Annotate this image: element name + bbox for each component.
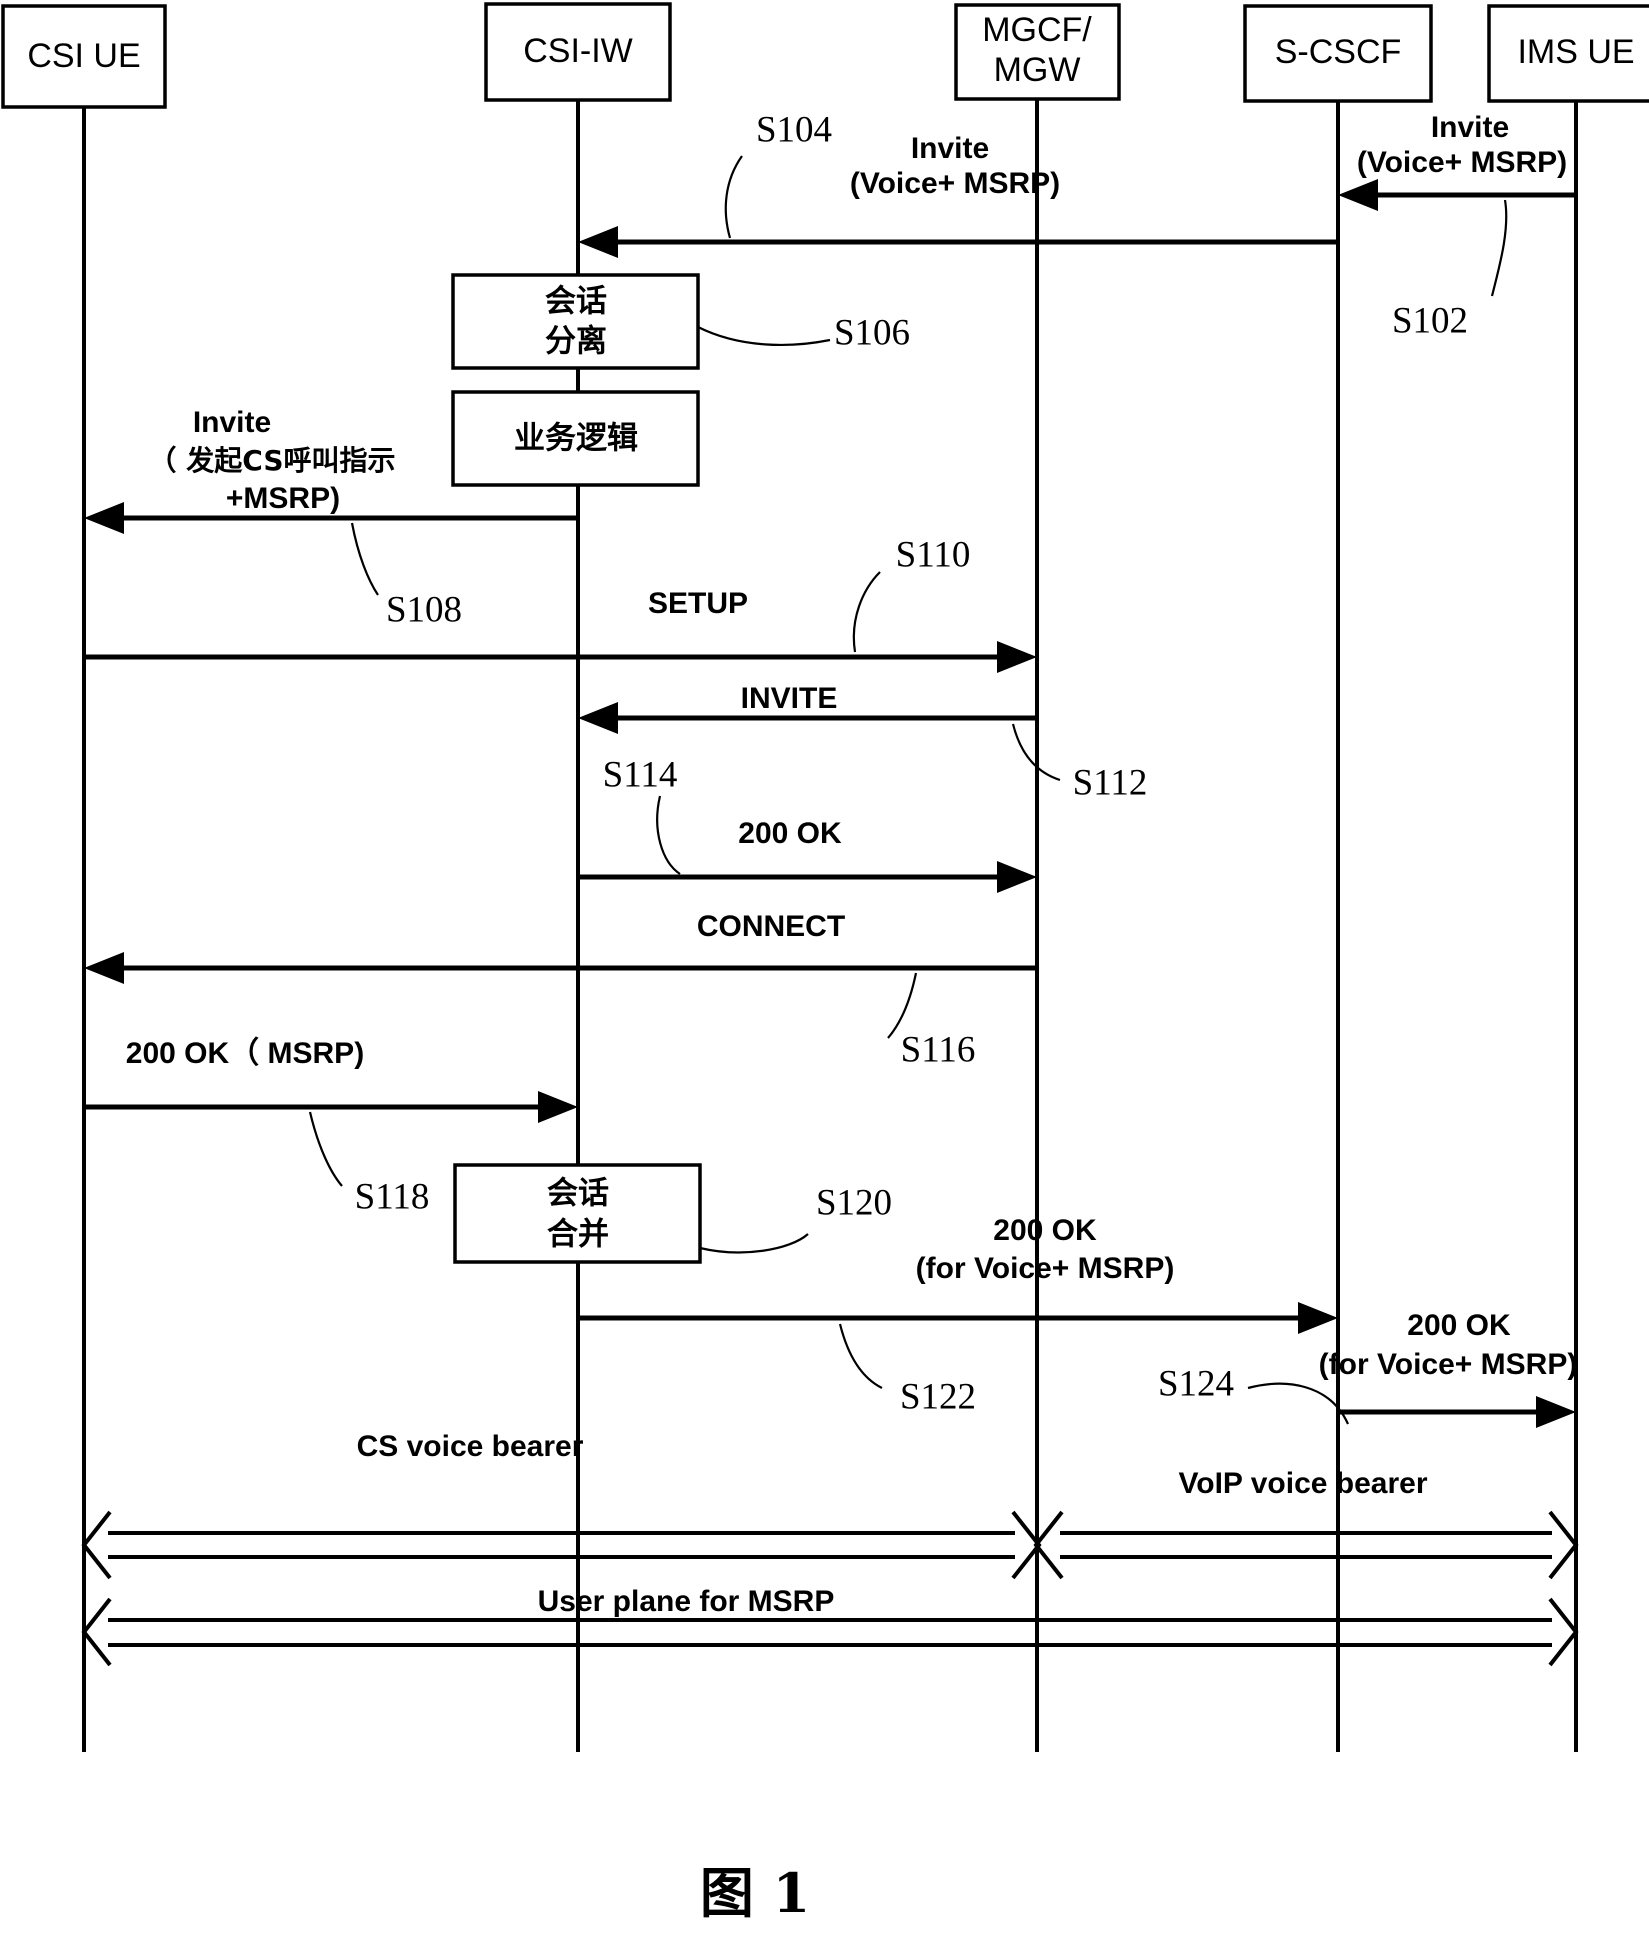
- bearer-label-cs-voice: CS voice bearer: [357, 1430, 584, 1463]
- step-label-s120: S120: [816, 1182, 892, 1223]
- lane-label-csi-iw: CSI-IW: [523, 32, 633, 70]
- msg-s124-line1: 200 OK: [1407, 1309, 1511, 1342]
- lane-header-ims-ue: IMS UE: [1487, 4, 1649, 103]
- lane-label-s-cscf: S-CSCF: [1275, 33, 1402, 71]
- step-label-s116: S116: [901, 1029, 976, 1070]
- step-label-s124: S124: [1158, 1363, 1234, 1404]
- msg-s108-line2: （ 发起CS呼叫指示: [149, 444, 396, 477]
- patent-figure-page: CSI UE CSI-IW MGCF/ MGW S-CSCF IMS UE In…: [0, 0, 1649, 1941]
- process-s120-line1: 会话: [547, 1176, 609, 1212]
- step-label-s122: S122: [900, 1376, 976, 1417]
- step-label-s114: S114: [603, 754, 678, 795]
- figure-caption: 图 1: [700, 1861, 810, 1925]
- sequence-diagram: CSI UE CSI-IW MGCF/ MGW S-CSCF IMS UE In…: [1, 2, 1649, 1925]
- msg-s122-line2: (for Voice+ MSRP): [916, 1252, 1175, 1285]
- step-label-s118: S118: [355, 1176, 430, 1217]
- process-s106-line2: 分离: [545, 324, 607, 360]
- bearer-voip-voice: [1033, 1510, 1579, 1580]
- step-label-s102: S102: [1392, 300, 1468, 341]
- message-s102: Invite (Voice+ MSRP) S102: [1338, 111, 1576, 341]
- lane-label-csi-ue: CSI UE: [27, 37, 140, 75]
- process-box-service-logic: 业务逻辑: [451, 390, 700, 487]
- step-label-s110: S110: [896, 534, 971, 575]
- msg-s104-line2: (Voice+ MSRP): [850, 167, 1060, 200]
- msg-s112-label: INVITE: [741, 682, 838, 715]
- bearer-label-msrp: User plane for MSRP: [538, 1585, 835, 1618]
- step-label-s112: S112: [1073, 762, 1148, 803]
- msg-s124-line2: (for Voice+ MSRP): [1319, 1348, 1578, 1381]
- lane-header-csi-ue: CSI UE: [1, 4, 167, 109]
- bearer-msrp-user-plane: User plane for MSRP: [81, 1585, 1579, 1667]
- process-service-logic-label: 业务逻辑: [514, 421, 638, 457]
- msg-s108-line3: +MSRP): [226, 482, 340, 515]
- lane-label-ims-ue: IMS UE: [1517, 33, 1634, 71]
- step-label-s106: S106: [834, 312, 910, 353]
- message-s104: Invite (Voice+ MSRP) S104: [578, 109, 1338, 258]
- lane-header-mgcf-mgw: MGCF/ MGW: [954, 3, 1121, 101]
- message-s110: SETUP S110: [84, 534, 1037, 673]
- msg-s102-line1: Invite: [1431, 111, 1509, 144]
- step-label-s104: S104: [756, 109, 832, 150]
- msg-s122-line1: 200 OK: [993, 1214, 1097, 1247]
- lane-label-mgw: MGW: [994, 51, 1081, 89]
- bearer-label-voip: VoIP voice bearer: [1178, 1467, 1427, 1500]
- process-box-session-separation: 会话 分离 S106: [451, 273, 910, 370]
- msg-s118-label: 200 OK（ MSRP): [126, 1036, 364, 1070]
- process-s106-line1: 会话: [545, 284, 607, 320]
- process-box-session-merge: 会话 合并 S120: [453, 1163, 892, 1264]
- msg-s114-label: 200 OK: [738, 817, 842, 850]
- process-s120-line2: 合并: [547, 1217, 609, 1253]
- msg-s116-label: CONNECT: [697, 910, 845, 943]
- msg-s102-line2: (Voice+ MSRP): [1357, 146, 1567, 179]
- lane-header-s-cscf: S-CSCF: [1243, 4, 1433, 103]
- message-s114: S114 200 OK: [578, 754, 1037, 893]
- msg-s104-line1: Invite: [911, 132, 989, 165]
- msg-s108-line1: Invite: [193, 406, 271, 439]
- lane-label-mgcf: MGCF/: [982, 11, 1092, 49]
- msg-s110-label: SETUP: [648, 587, 748, 620]
- bearer-cs-voice: [81, 1510, 1042, 1580]
- step-label-s108: S108: [386, 589, 462, 630]
- lane-header-csi-iw: CSI-IW: [484, 2, 672, 102]
- message-s124: 200 OK (for Voice+ MSRP) S124: [1158, 1309, 1577, 1428]
